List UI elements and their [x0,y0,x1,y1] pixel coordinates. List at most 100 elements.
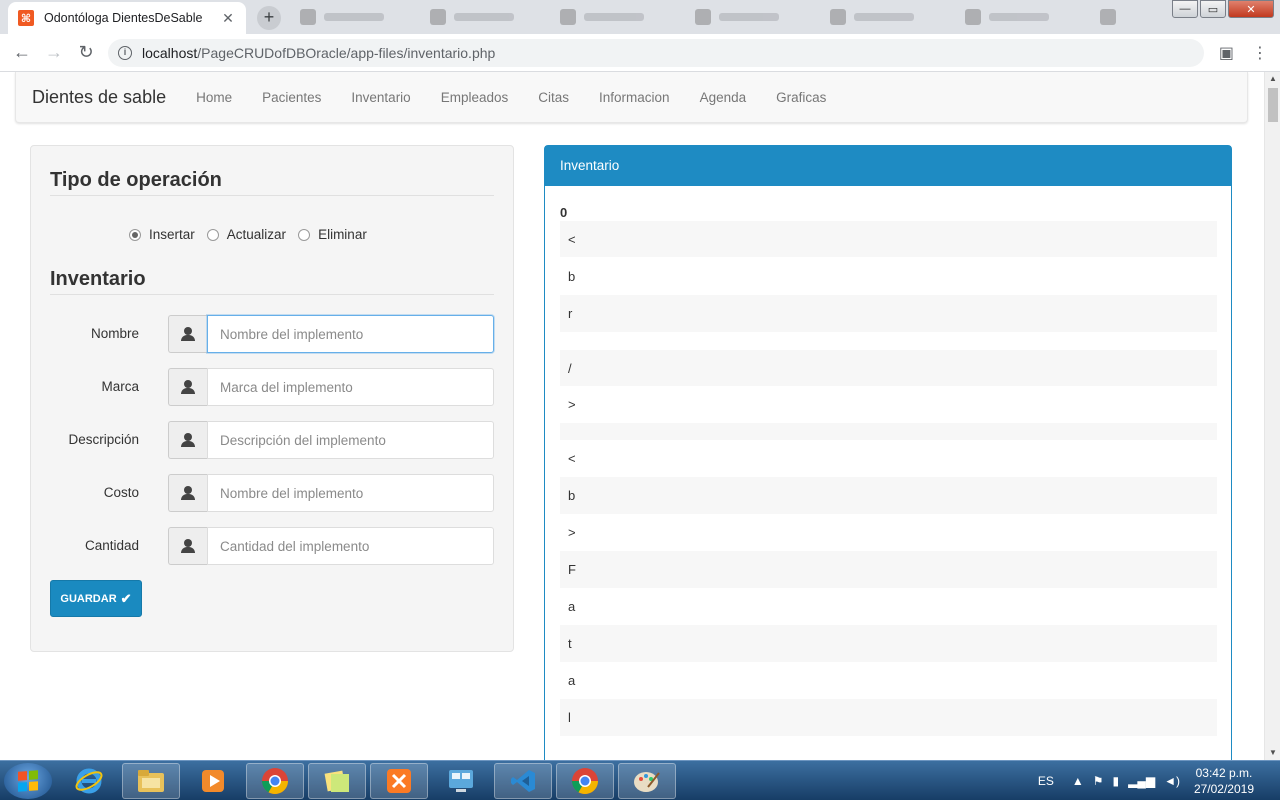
nav-link-empleados[interactable]: Empleados [426,90,524,105]
list-item: t [560,625,1217,662]
background-tab[interactable] [430,8,514,26]
minimize-button[interactable]: — [1172,0,1198,18]
maximize-button[interactable]: ▭ [1200,0,1226,18]
nav-link-home[interactable]: Home [181,90,247,105]
field-label-cantidad: Cantidad [84,538,139,553]
nav-link-graficas[interactable]: Graficas [761,90,841,105]
nav-link-inventario[interactable]: Inventario [336,90,425,105]
user-icon [181,327,195,341]
user-addon [168,474,207,512]
user-addon [168,421,207,459]
window-close-button[interactable]: ✕ [1228,0,1274,18]
network-signal-icon[interactable]: ▂▄▆ [1128,774,1155,788]
file-explorer-icon[interactable] [122,763,180,799]
clock-time: 03:42 p.m. [1195,766,1253,780]
background-tab[interactable] [965,8,1049,26]
show-hidden-icons-icon[interactable]: ▲ [1072,774,1084,788]
tab-title: Odontóloga DientesDeSable [44,11,203,25]
check-icon: ✔ [120,590,132,606]
radio-actualizar[interactable] [206,228,219,241]
divider [50,195,494,196]
cantidad-input[interactable] [207,527,494,565]
inventory-form-panel: Tipo de operación Insertar Actualizar El… [30,145,514,652]
descripcion-input[interactable] [207,421,494,459]
nav-link-agenda[interactable]: Agenda [685,90,762,105]
background-tab[interactable] [830,8,914,26]
background-tab[interactable] [1100,8,1124,26]
info-icon[interactable]: i [118,46,132,60]
list-item: l [560,699,1217,736]
new-tab-button[interactable]: + [257,6,281,30]
field-label-marca: Marca [101,379,139,394]
user-addon [168,527,207,565]
tab-close-icon[interactable]: ✕ [220,10,236,27]
reload-icon[interactable]: ↻ [70,42,102,63]
start-button[interactable] [4,763,52,799]
user-icon [181,380,195,394]
menu-kebab-icon[interactable]: ⋮ [1252,43,1268,63]
list-item: b [568,268,576,284]
media-player-icon[interactable] [184,763,242,799]
nombre-input[interactable] [207,315,494,353]
nav-link-pacientes[interactable]: Pacientes [247,90,336,105]
list-item: r [560,295,1217,332]
user-icon [181,539,195,553]
list-item [560,332,1217,350]
inventory-panel-heading: Inventario [545,146,1231,186]
costo-input-group [168,474,494,512]
chrome-icon[interactable] [556,763,614,799]
volume-icon[interactable]: ◄) [1164,774,1180,788]
back-arrow-icon[interactable]: ← [6,42,38,63]
clock[interactable]: 03:42 p.m. 27/02/2019 [1194,765,1254,797]
address-bar[interactable]: i localhost/PageCRUDofDBOracle/app-files… [108,39,1204,67]
page-scrollbar[interactable]: ▲ ▼ [1264,72,1280,760]
browser-tabstrip: ⌘ Odontóloga DientesDeSable ✕ + — ▭ ✕ [0,0,1280,34]
operation-type-title: Tipo de operación [50,169,222,191]
language-indicator[interactable]: ES [1038,774,1054,788]
action-center-flag-icon[interactable]: ⚑ [1093,774,1104,788]
power-icon[interactable]: ▮ [1112,774,1119,788]
list-item: F [560,551,1217,588]
scroll-up-arrow-icon[interactable]: ▲ [1265,72,1280,86]
window-controls: — ▭ ✕ [1170,0,1274,18]
xampp-icon[interactable] [370,763,428,799]
radio-insertar[interactable] [129,228,141,241]
control-panel-icon[interactable] [432,763,490,799]
background-tab[interactable] [300,8,384,26]
sticky-notes-icon[interactable] [308,763,366,799]
radio-label-eliminar[interactable]: Eliminar [318,227,367,242]
scroll-down-arrow-icon[interactable]: ▼ [1265,746,1280,760]
tray-icons: ▲ ⚑ ▮ ▂▄▆ ◄) [1072,774,1180,788]
background-tab[interactable] [560,8,644,26]
nav-link-citas[interactable]: Citas [523,90,584,105]
browser-toolbar: ← → ↻ i localhost/PageCRUDofDBOracle/app… [0,34,1280,72]
vscode-icon[interactable] [494,763,552,799]
costo-input[interactable] [207,474,494,512]
radio-eliminar[interactable] [298,228,311,241]
marca-input[interactable] [207,368,494,406]
radio-label-actualizar[interactable]: Actualizar [227,227,286,242]
xampp-favicon-icon: ⌘ [18,10,34,26]
browser-tab-active[interactable]: ⌘ Odontóloga DientesDeSable ✕ [8,2,246,34]
scroll-thumb[interactable] [1268,88,1278,122]
list-item: < [560,221,1217,257]
save-button[interactable]: GUARDAR ✔ [50,580,142,617]
list-item [560,423,1217,440]
windows-logo-icon [18,770,38,792]
field-label-descripcion: Descripción [68,432,139,447]
chrome-icon[interactable] [246,763,304,799]
forward-arrow-icon[interactable]: → [38,42,70,63]
account-badge-icon[interactable]: ▣ [1219,43,1234,63]
url-host: localhost [142,45,198,61]
nav-link-informacion[interactable]: Informacion [584,90,685,105]
radio-label-insertar[interactable]: Insertar [149,227,195,242]
descripcion-input-group [168,421,494,459]
url-text: localhost/PageCRUDofDBOracle/app-files/i… [142,45,495,61]
system-tray: ES ▲ ⚑ ▮ ▂▄▆ ◄) 03:42 p.m. 27/02/2019 [1038,761,1280,800]
background-tab[interactable] [695,8,779,26]
paint-icon[interactable] [618,763,676,799]
user-addon [168,315,207,353]
list-item: a [568,673,576,688]
navbar-brand[interactable]: Dientes de sable [32,87,166,108]
internet-explorer-icon[interactable] [60,763,118,799]
